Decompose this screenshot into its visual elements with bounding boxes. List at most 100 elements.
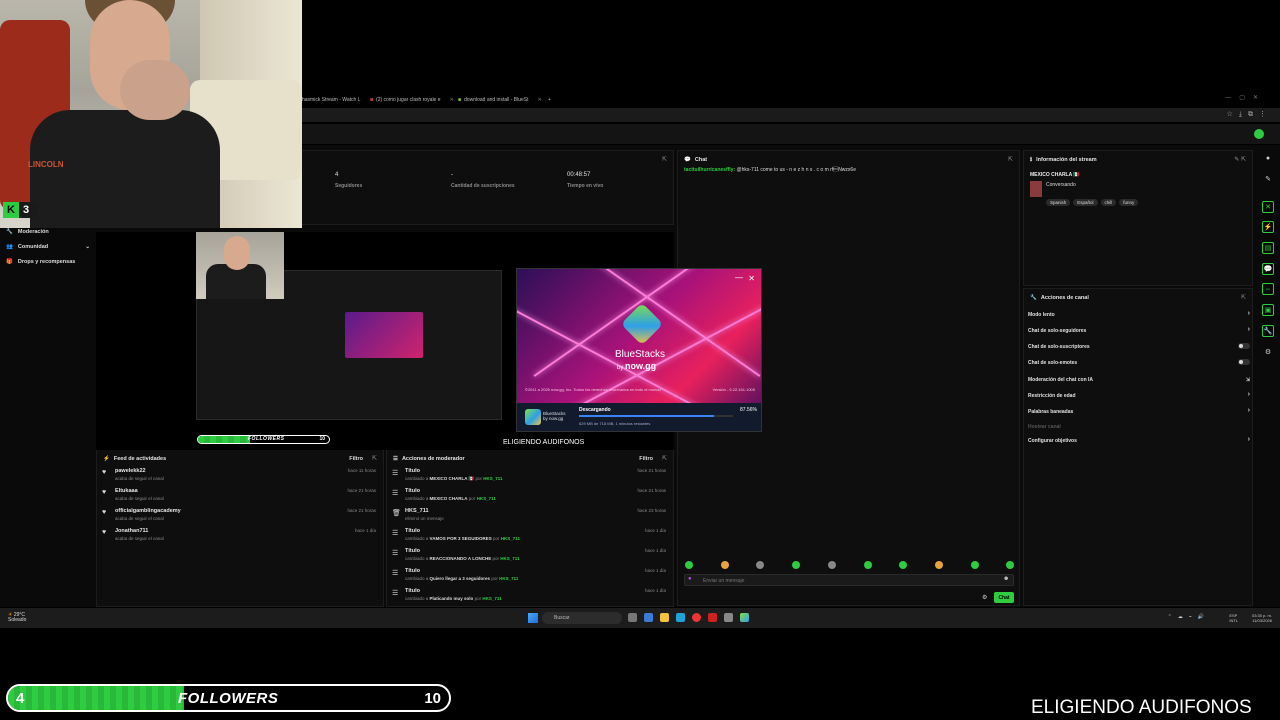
mic-icon[interactable]: ● xyxy=(688,576,692,582)
screen: hasmick Stream - Watch L ✕ ■ (2) como juga… xyxy=(0,0,1280,720)
swap-icon[interactable]: ⇔ xyxy=(1262,283,1274,295)
moderator-name[interactable]: HKS_711 xyxy=(482,596,501,601)
tab-bluestacks[interactable]: ■ download and install - BlueSt ✕ xyxy=(458,96,542,104)
channel-action-row[interactable]: Restricción de edad › xyxy=(1028,391,1250,399)
rail-icon[interactable]: ✎ xyxy=(1262,173,1274,185)
tag-list: Spanish Español chill funny xyxy=(1046,191,1141,209)
task-view-icon[interactable] xyxy=(628,613,637,622)
close-icon[interactable]: ✕ xyxy=(450,97,454,103)
moderator-name[interactable]: HKS_711 xyxy=(477,496,496,501)
list-icon: ☰ xyxy=(392,570,399,577)
channel-action-row[interactable]: Hostear canal xyxy=(1028,424,1250,430)
system-tray-icons[interactable]: ⌃☁⌁🔊 xyxy=(1168,614,1210,620)
close-icon[interactable]: ✕ xyxy=(748,274,755,283)
browser-toolbar-icons[interactable]: ☆⤓⧉⋮ xyxy=(1227,110,1272,119)
follower-name[interactable]: Eltukaaa xyxy=(115,488,138,494)
settings-icon[interactable]: ⚙ xyxy=(1262,346,1274,358)
nav-moderation[interactable]: 🔧 Moderación xyxy=(6,229,49,235)
toggle-switch[interactable] xyxy=(1238,359,1250,365)
preview-followers-fill xyxy=(198,436,251,443)
minimize-icon[interactable]: — xyxy=(735,273,743,282)
taskbar-search[interactable]: Buscar xyxy=(542,612,622,624)
tab-label: (2) como jugar clash royale e xyxy=(376,97,441,103)
tag[interactable]: funny xyxy=(1119,199,1139,206)
mod-actions-panel: ☰ Acciones de moderador Filtro ⇱ xyxy=(386,449,674,607)
user-avatar[interactable] xyxy=(1254,129,1264,139)
tab-stream[interactable]: hasmick Stream - Watch L ✕ xyxy=(302,96,374,104)
filter-button[interactable]: Filtro xyxy=(639,456,653,462)
tag[interactable]: Español xyxy=(1073,199,1098,206)
channel-action-row[interactable]: Moderación del chat con IA ⇲ xyxy=(1028,377,1250,383)
popout-icon[interactable]: ⇱ xyxy=(662,156,667,163)
grid-icon[interactable]: ▣ xyxy=(1262,304,1274,316)
tag[interactable]: chill xyxy=(1100,199,1117,206)
moderator-name[interactable]: HKS_711 xyxy=(499,576,518,581)
list-icon: ☰ xyxy=(392,590,399,597)
chat-text: @hks-711 come to us - n e z h n s . c o … xyxy=(736,167,856,173)
windows-start-icon[interactable] xyxy=(528,613,538,623)
tag[interactable]: Spanish xyxy=(1046,199,1071,206)
emote-icon[interactable] xyxy=(685,561,693,569)
weather-widget[interactable]: ☀ 29°C Soleado xyxy=(8,613,26,623)
wrench-icon[interactable]: 🔧 xyxy=(1262,325,1274,337)
toggle-switch[interactable] xyxy=(1238,343,1250,349)
chat-icon: 💬 xyxy=(684,157,691,163)
list-icon[interactable]: ▤ xyxy=(1262,242,1274,254)
edit-popout-icons[interactable]: ✎ ⇱ xyxy=(1234,156,1246,163)
follower-name[interactable]: Jonathan711 xyxy=(115,528,148,534)
channel-action-row[interactable]: Modo lento › xyxy=(1028,310,1250,318)
tab-youtube[interactable]: ■ (2) como jugar clash royale e ✕ xyxy=(370,96,454,104)
channel-action-row[interactable]: Chat de solo-emotes xyxy=(1028,359,1250,366)
subs-label: Cantidad de suscripciones xyxy=(451,183,515,189)
follower-name[interactable]: pawelekk22 xyxy=(115,468,146,474)
popout-icon[interactable]: ⇱ xyxy=(1241,294,1246,301)
emote-icon[interactable] xyxy=(970,561,979,569)
moderator-name[interactable]: HKS_711 xyxy=(501,536,520,541)
moderator-name[interactable]: HKS_711 xyxy=(483,476,502,481)
filter-button[interactable]: Filtro xyxy=(349,456,363,462)
moderator-name[interactable]: HKS_711 xyxy=(500,556,519,561)
bluestacks-taskbar-icon[interactable] xyxy=(740,613,749,622)
channel-action-row[interactable]: Chat de solo-suscriptores xyxy=(1028,343,1250,350)
settings-icon[interactable] xyxy=(724,613,733,622)
list-icon: ☰ xyxy=(392,550,399,557)
nav-community[interactable]: 👥 Comunidad ⌄ xyxy=(6,244,90,250)
chat-send-button[interactable]: Chat xyxy=(994,592,1014,603)
edge-icon[interactable] xyxy=(676,613,685,622)
popout-icon[interactable]: ⇱ xyxy=(372,455,377,462)
window-controls[interactable]: —▢✕ xyxy=(1225,94,1266,101)
emote-icon[interactable] xyxy=(934,561,943,569)
channel-action-row[interactable]: Chat de solo-seguidores › xyxy=(1028,326,1250,334)
heart-icon: ♥ xyxy=(102,469,107,476)
nav-drops[interactable]: 🎁 Drops y recompensas xyxy=(6,259,75,265)
emote-icon[interactable] xyxy=(863,561,872,569)
address-bar[interactable]: ☆⤓⧉⋮ xyxy=(300,108,1280,122)
emote-icon[interactable] xyxy=(827,561,836,569)
close-icon[interactable]: ✕ xyxy=(1262,201,1274,213)
chat-icon[interactable]: 💬 xyxy=(1262,263,1274,275)
popout-icon[interactable]: ⇱ xyxy=(1008,156,1013,163)
channel-action-row[interactable]: Configurar objetivos › xyxy=(1028,436,1250,444)
follower-name[interactable]: officialgamblingacademy xyxy=(115,508,181,514)
emoji-icon[interactable]: ☻ xyxy=(1003,576,1009,582)
chat-input[interactable]: Enviar un mensaje xyxy=(684,574,1014,586)
channel-action-row[interactable]: Palabras baneadas › xyxy=(1028,407,1250,415)
bolt-icon[interactable]: ⚡ xyxy=(1262,221,1274,233)
app-icon[interactable] xyxy=(644,613,653,622)
mod-action-detail: eliminó un mensaje xyxy=(405,516,444,521)
clock[interactable]: 03:30 p. m. 11/03/2026 xyxy=(1252,613,1272,623)
emote-icon[interactable] xyxy=(720,561,729,569)
chrome-icon[interactable] xyxy=(692,613,701,622)
stream-category[interactable]: Conversando xyxy=(1046,182,1076,188)
folder-icon[interactable] xyxy=(660,613,669,622)
kick-logo-icon: K xyxy=(3,202,19,218)
language-indicator[interactable]: ESP INTL xyxy=(1229,613,1238,623)
new-tab-button[interactable]: + xyxy=(548,96,551,104)
rail-icon[interactable]: ● xyxy=(1262,152,1274,164)
settings-icon[interactable]: ⚙ xyxy=(982,594,987,601)
popout-icon[interactable]: ⇱ xyxy=(662,455,667,462)
close-icon[interactable]: ✕ xyxy=(538,97,542,103)
preview-followers-goal: 10 xyxy=(319,436,325,442)
download-size: 629 MB de 718 MB, 1 minutos restantes xyxy=(579,421,651,426)
app-icon[interactable] xyxy=(708,613,717,622)
